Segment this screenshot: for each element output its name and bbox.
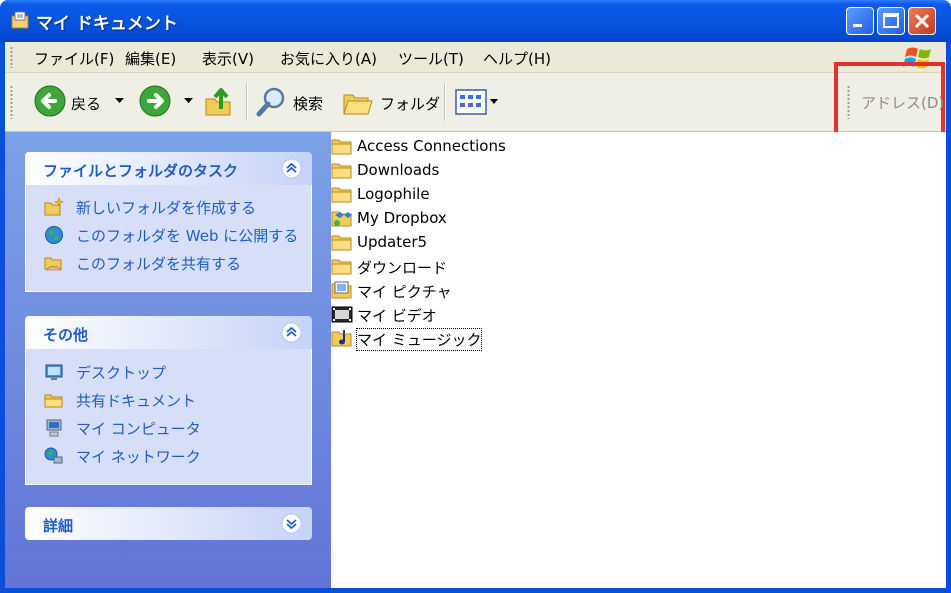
file-name: Logophile: [357, 185, 430, 203]
folders-label: フォルダ: [380, 95, 441, 113]
file-name: マイ ビデオ: [357, 307, 437, 325]
file-folder-tasks-panel: ファイルとフォルダのタスク 新しいフォルダを作成する このフォルダを Web に…: [25, 152, 312, 292]
new-folder-icon: [44, 197, 64, 216]
minimize-button[interactable]: [846, 7, 874, 35]
menubar-grip[interactable]: [10, 46, 13, 68]
pictures-folder-icon: [331, 281, 352, 299]
back-label: 戻る: [71, 95, 102, 113]
title-bar[interactable]: マイ ドキュメント: [0, 0, 951, 42]
address-label[interactable]: アドレス(D): [861, 92, 944, 113]
search-button[interactable]: 検索: [255, 84, 331, 120]
explorer-window: マイ ドキュメント ファイル(F) 編集(E) 表示(V) お気に入り(A) ツ…: [0, 0, 951, 593]
network-icon: [44, 447, 63, 464]
standard-toolbar: 戻る 検索 フォルダ: [5, 73, 946, 132]
file-name: Downloads: [357, 161, 440, 179]
file-folder-tasks-body: 新しいフォルダを作成する このフォルダを Web に公開する このフォルダを共有…: [25, 185, 312, 292]
back-arrow-icon: [34, 85, 66, 117]
collapse-chevron-up-icon[interactable]: [281, 158, 302, 179]
video-folder-icon: [331, 306, 353, 323]
menu-tools[interactable]: ツール(T): [398, 48, 464, 69]
task-publish-web-label: このフォルダを Web に公開する: [76, 227, 299, 245]
minimize-icon: [853, 24, 862, 27]
toolbar-grip[interactable]: [10, 85, 13, 119]
place-shared-documents-label: 共有ドキュメント: [76, 392, 197, 410]
my-documents-icon: [11, 11, 29, 29]
details-header[interactable]: 詳細: [25, 507, 312, 540]
place-my-computer-label: マイ コンピュータ: [76, 420, 201, 438]
forward-dropdown-chevron-icon[interactable]: [184, 98, 193, 105]
folder-icon: [44, 394, 63, 408]
menu-bar: ファイル(F) 編集(E) 表示(V) お気に入り(A) ツール(T) ヘルプ(…: [5, 42, 946, 73]
menu-view[interactable]: 表示(V): [202, 48, 254, 69]
back-dropdown-chevron-icon[interactable]: [115, 98, 124, 105]
menu-file[interactable]: ファイル(F): [34, 48, 114, 69]
task-pane: ファイルとフォルダのタスク 新しいフォルダを作成する このフォルダを Web に…: [5, 132, 331, 588]
close-icon: [914, 13, 930, 29]
shared-folder-icon: [44, 257, 62, 271]
up-folder-icon[interactable]: [203, 83, 237, 119]
menu-favorites[interactable]: お気に入り(A): [280, 48, 377, 69]
menu-help[interactable]: ヘルプ(H): [483, 48, 551, 69]
folder-icon: [331, 139, 352, 155]
place-my-network-label: マイ ネットワーク: [76, 448, 201, 466]
toolbar-separator: [246, 83, 248, 121]
other-places-panel: その他 デスクトップ 共有ドキュメント マイ コンピュータ マイ ネットワーク: [25, 316, 312, 486]
close-button[interactable]: [908, 7, 936, 35]
forward-arrow-icon: [139, 85, 171, 117]
back-button[interactable]: 戻る: [33, 84, 129, 120]
details-title: 詳細: [43, 517, 74, 535]
collapse-chevron-up-icon[interactable]: [281, 322, 302, 343]
folders-button[interactable]: フォルダ: [342, 84, 441, 120]
folders-icon: [343, 94, 373, 115]
search-icon: [256, 87, 285, 117]
folder-icon: [331, 163, 352, 179]
file-list-view[interactable]: Access Connections Downloads Logophile M…: [331, 132, 946, 588]
file-name: Access Connections: [357, 137, 506, 155]
file-folder-tasks-header[interactable]: ファイルとフォルダのタスク: [25, 152, 312, 185]
maximize-button[interactable]: [877, 7, 905, 35]
file-name: マイ ミュージック: [355, 328, 483, 351]
place-desktop-label: デスクトップ: [76, 364, 167, 382]
search-label: 検索: [293, 95, 324, 113]
music-folder-icon: [331, 330, 352, 347]
globe-icon: [45, 226, 63, 244]
views-grid-icon: [455, 89, 487, 115]
folder-icon: [331, 187, 352, 203]
other-places-title: その他: [43, 326, 89, 344]
folder-icon: [331, 235, 352, 251]
task-new-folder-label: 新しいフォルダを作成する: [76, 199, 257, 217]
file-name: My Dropbox: [357, 209, 447, 227]
computer-icon: [46, 419, 62, 437]
file-folder-tasks-title: ファイルとフォルダのタスク: [43, 162, 239, 180]
desktop-icon: [45, 364, 63, 380]
folder-icon: [331, 259, 352, 275]
other-places-body: デスクトップ 共有ドキュメント マイ コンピュータ マイ ネットワーク: [25, 349, 312, 485]
toolbar-separator: [444, 83, 446, 121]
file-name: ダウンロード: [357, 259, 448, 277]
views-dropdown-chevron-icon: [490, 99, 498, 104]
file-name: Updater5: [357, 233, 428, 251]
dropbox-folder-icon: [331, 211, 352, 227]
maximize-icon: [883, 13, 899, 28]
details-panel: 詳細: [25, 507, 312, 541]
views-button[interactable]: [455, 87, 501, 117]
file-name: マイ ピクチャ: [357, 283, 452, 301]
other-places-header[interactable]: その他: [25, 316, 312, 349]
task-share-folder-label: このフォルダを共有する: [76, 255, 242, 273]
menu-edit[interactable]: 編集(E): [125, 48, 176, 69]
window-title: マイ ドキュメント: [36, 14, 178, 34]
forward-button[interactable]: [138, 84, 198, 120]
expand-chevron-down-icon[interactable]: [281, 513, 302, 534]
